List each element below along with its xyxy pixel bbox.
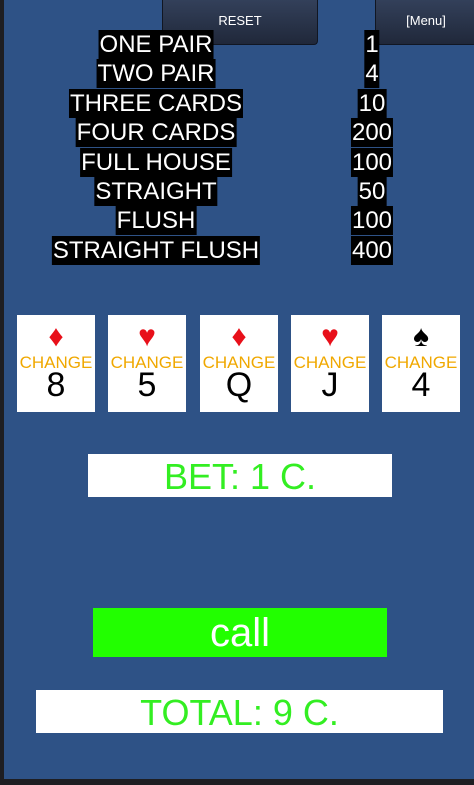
- paytable-row: FLUSH 100: [4, 206, 474, 235]
- paytable-row: THREE CARDS 10: [4, 89, 474, 118]
- total-display: TOTAL: 9 C.: [36, 690, 443, 733]
- card-4[interactable]: ♥ CHANGE J: [291, 315, 369, 412]
- hand-name: FULL HOUSE: [80, 148, 232, 177]
- paytable-row: FOUR CARDS 200: [4, 118, 474, 147]
- hand-name: FLUSH: [115, 206, 197, 235]
- card-1[interactable]: ♦ CHANGE 8: [17, 315, 95, 412]
- paytable-row: TWO PAIR 4: [4, 59, 474, 88]
- heart-icon: ♥: [321, 320, 339, 353]
- hand-name: STRAIGHT FLUSH: [51, 236, 261, 265]
- card-rank: J: [321, 366, 339, 404]
- hand-payout: 200: [350, 118, 394, 147]
- hand-payout: 100: [350, 206, 394, 235]
- hand-payout: 1: [364, 30, 380, 59]
- diamond-icon: ♦: [231, 320, 247, 353]
- hand-payout: 50: [357, 177, 387, 206]
- paytable-row: STRAIGHT 50: [4, 177, 474, 206]
- paytable-row: ONE PAIR 1: [4, 30, 474, 59]
- hand-payout: 400: [350, 236, 394, 265]
- paytable-row: STRAIGHT FLUSH 400: [4, 236, 474, 265]
- call-button[interactable]: call: [93, 608, 387, 657]
- card-5[interactable]: ♠ CHANGE 4: [382, 315, 460, 412]
- card-rank: 5: [137, 366, 157, 404]
- hand-name: FOUR CARDS: [75, 118, 237, 147]
- spade-icon: ♠: [413, 320, 429, 353]
- diamond-icon: ♦: [48, 320, 64, 353]
- hand-name: THREE CARDS: [68, 89, 244, 118]
- card-2[interactable]: ♥ CHANGE 5: [108, 315, 186, 412]
- hand-payout: 10: [357, 89, 387, 118]
- game-screen: RESET [Menu] ONE PAIR 1 TWO PAIR 4 THREE…: [4, 0, 474, 779]
- hand-payout: 4: [364, 59, 380, 88]
- paytable-row: FULL HOUSE 100: [4, 148, 474, 177]
- hand-name: TWO PAIR: [96, 59, 216, 88]
- hand-name: ONE PAIR: [98, 30, 214, 59]
- card-rank: Q: [225, 366, 253, 404]
- hand-payout: 100: [350, 148, 394, 177]
- card-3[interactable]: ♦ CHANGE Q: [200, 315, 278, 412]
- hand-name: STRAIGHT: [94, 177, 218, 206]
- card-rank: 8: [46, 366, 66, 404]
- bet-display: BET: 1 C.: [88, 454, 392, 497]
- card-rank: 4: [411, 366, 431, 404]
- heart-icon: ♥: [138, 320, 156, 353]
